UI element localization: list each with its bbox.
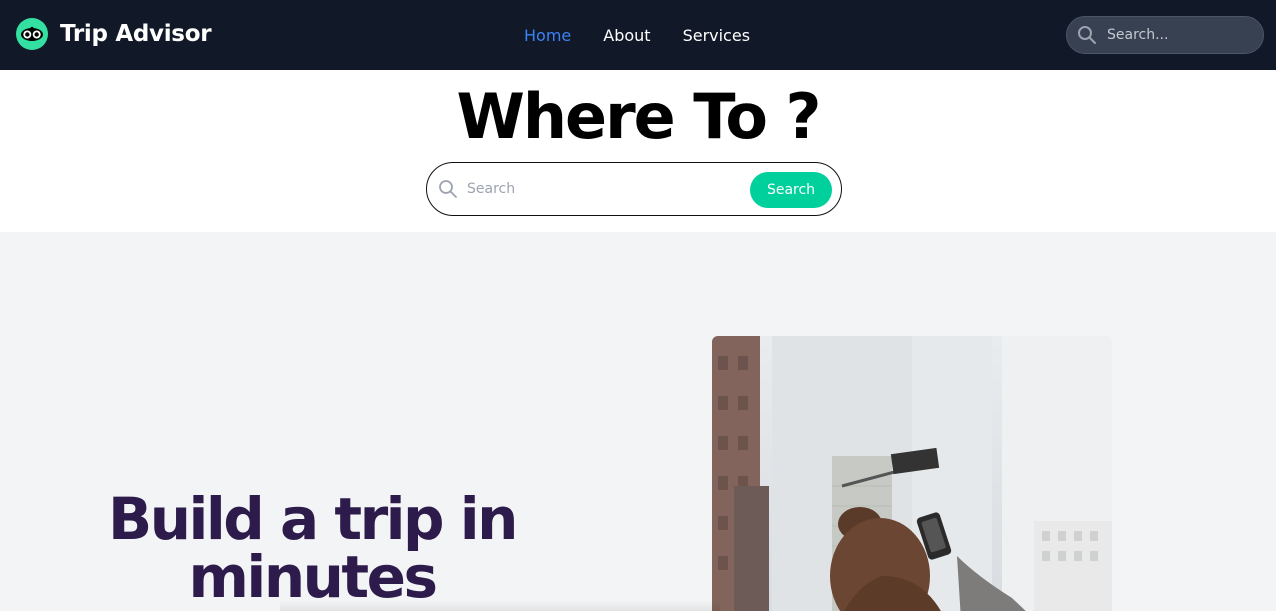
feature-section: Build a trip in minutes <box>0 232 1276 611</box>
nav-link-home[interactable]: Home <box>524 26 571 45</box>
photo-woman-with-phone-city <box>712 336 1112 611</box>
brand[interactable]: Trip Advisor <box>16 18 212 50</box>
feature-heading: Build a trip in minutes <box>108 485 518 611</box>
nav-link-services[interactable]: Services <box>683 26 750 45</box>
top-navbar: Trip Advisor Home About Services <box>0 0 1276 70</box>
divider <box>280 600 720 611</box>
nav-search-box[interactable] <box>1066 16 1264 54</box>
hero-section: Where To ? Search <box>0 70 1276 232</box>
search-icon <box>439 180 457 198</box>
hero-title: Where To ? <box>456 80 822 153</box>
main-nav: Home About Services <box>524 0 782 70</box>
search-button[interactable]: Search <box>750 172 832 208</box>
hero-search-input[interactable] <box>467 181 737 197</box>
hero-search-box[interactable]: Search <box>426 162 842 216</box>
brand-name: Trip Advisor <box>60 21 212 47</box>
nav-search-input[interactable] <box>1107 27 1257 43</box>
search-icon <box>1078 26 1096 44</box>
nav-link-about[interactable]: About <box>603 26 650 45</box>
owl-eyes-icon <box>16 18 48 50</box>
